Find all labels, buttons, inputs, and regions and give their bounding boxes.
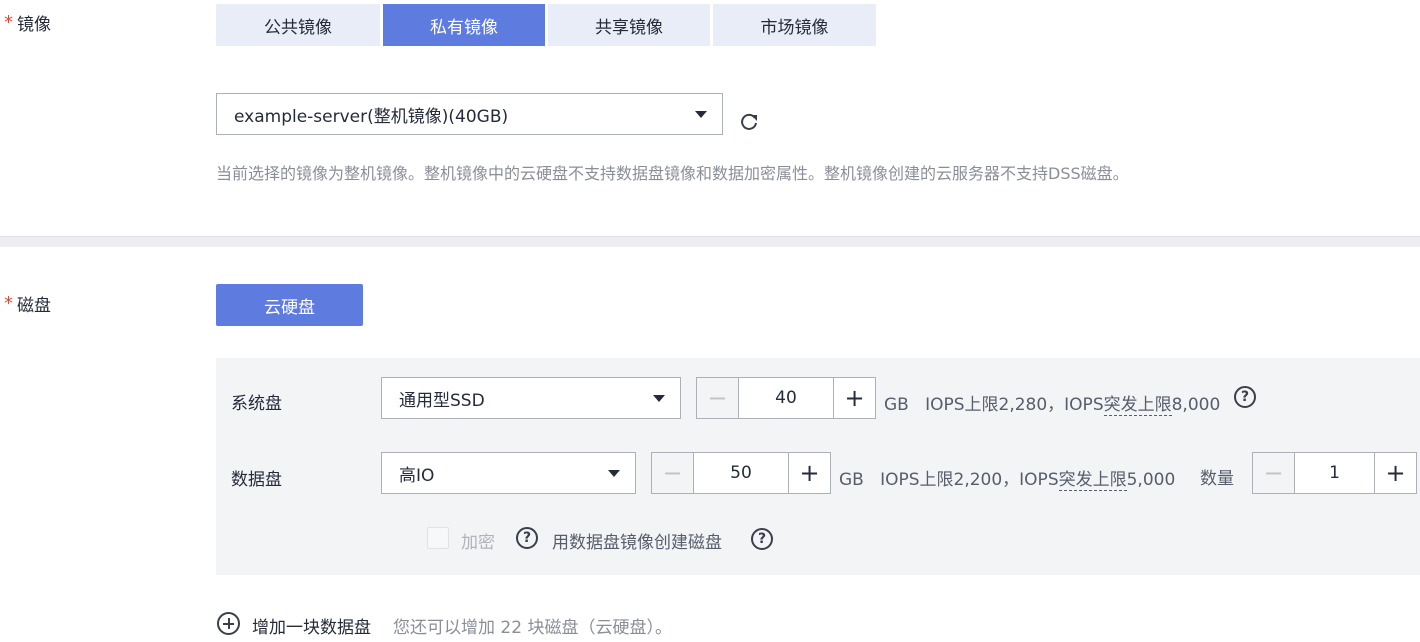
chevron-down-icon: [695, 111, 707, 118]
chevron-down-icon: [653, 395, 665, 402]
increment-button[interactable]: +: [1375, 453, 1416, 493]
system-disk-type-value: 通用型SSD: [399, 390, 485, 411]
iops-suffix: 5,000: [1126, 470, 1176, 490]
chevron-down-icon: [608, 470, 620, 477]
required-mark: *: [4, 293, 13, 314]
iops-burst-term[interactable]: 突发上限: [1103, 395, 1172, 416]
add-data-disk-link[interactable]: 增加一块数据盘: [252, 613, 371, 638]
data-disk-label: 数据盘: [231, 470, 282, 490]
add-circle-icon[interactable]: [217, 612, 240, 635]
quantity-input[interactable]: 1: [1294, 453, 1375, 493]
add-disk-hint: 您还可以增加 22 块磁盘（云硬盘）。: [393, 618, 672, 638]
tab-shared-image[interactable]: 共享镜像: [548, 4, 710, 46]
data-disk-size-stepper[interactable]: − 50 +: [651, 452, 831, 494]
help-icon[interactable]: ?: [1234, 386, 1256, 408]
encrypt-label: 加密: [461, 533, 495, 553]
tab-private-image[interactable]: 私有镜像: [383, 4, 545, 46]
help-icon[interactable]: ?: [516, 527, 538, 549]
increment-button[interactable]: +: [789, 453, 830, 493]
system-disk-size-stepper[interactable]: − 40 +: [696, 377, 876, 419]
quantity-label: 数量: [1200, 469, 1234, 489]
iops-prefix: IOPS上限2,280，IOPS: [925, 395, 1104, 415]
cloud-disk-button[interactable]: 云硬盘: [216, 284, 363, 326]
help-icon[interactable]: ?: [751, 528, 773, 550]
image-section-label: * 镜像: [4, 10, 51, 35]
iops-prefix: IOPS上限2,200，IOPS: [880, 470, 1059, 490]
system-disk-size-input[interactable]: 40: [738, 378, 834, 418]
increment-button[interactable]: +: [834, 378, 875, 418]
create-from-image-link[interactable]: 用数据盘镜像创建磁盘: [552, 528, 722, 553]
image-select-value: example-server(整机镜像)(40GB): [234, 106, 509, 127]
unit-label: GB: [884, 395, 909, 415]
data-disk-type-select[interactable]: 高IO: [381, 452, 636, 494]
unit-label: GB: [839, 470, 864, 490]
system-disk-iops: GB IOPS上限2,280，IOPS突发上限8,000: [884, 390, 1221, 416]
data-disk-size-input[interactable]: 50: [693, 453, 789, 493]
refresh-icon[interactable]: [738, 111, 760, 133]
quantity-stepper[interactable]: − 1 +: [1252, 452, 1417, 494]
iops-burst-term[interactable]: 突发上限: [1058, 470, 1127, 491]
image-hint: 当前选择的镜像为整机镜像。整机镜像中的云硬盘不支持数据盘镜像和数据加密属性。整机…: [216, 164, 1129, 183]
decrement-button[interactable]: −: [652, 453, 693, 493]
decrement-button[interactable]: −: [1253, 453, 1294, 493]
disk-label: 磁盘: [17, 296, 51, 316]
section-divider: [0, 236, 1420, 247]
decrement-button[interactable]: −: [697, 378, 738, 418]
data-disk-type-value: 高IO: [399, 465, 435, 486]
image-select[interactable]: example-server(整机镜像)(40GB): [216, 93, 723, 135]
encrypt-checkbox[interactable]: [427, 527, 449, 549]
tab-market-image[interactable]: 市场镜像: [713, 4, 876, 46]
system-disk-type-select[interactable]: 通用型SSD: [381, 377, 681, 419]
iops-suffix: 8,000: [1171, 395, 1221, 415]
data-disk-iops: GB IOPS上限2,200，IOPS突发上限5,000: [839, 465, 1176, 491]
disk-section-label: * 磁盘: [4, 291, 51, 316]
required-mark: *: [4, 12, 13, 33]
image-label: 镜像: [17, 15, 51, 35]
tab-public-image[interactable]: 公共镜像: [216, 4, 380, 46]
system-disk-label: 系统盘: [231, 394, 282, 414]
